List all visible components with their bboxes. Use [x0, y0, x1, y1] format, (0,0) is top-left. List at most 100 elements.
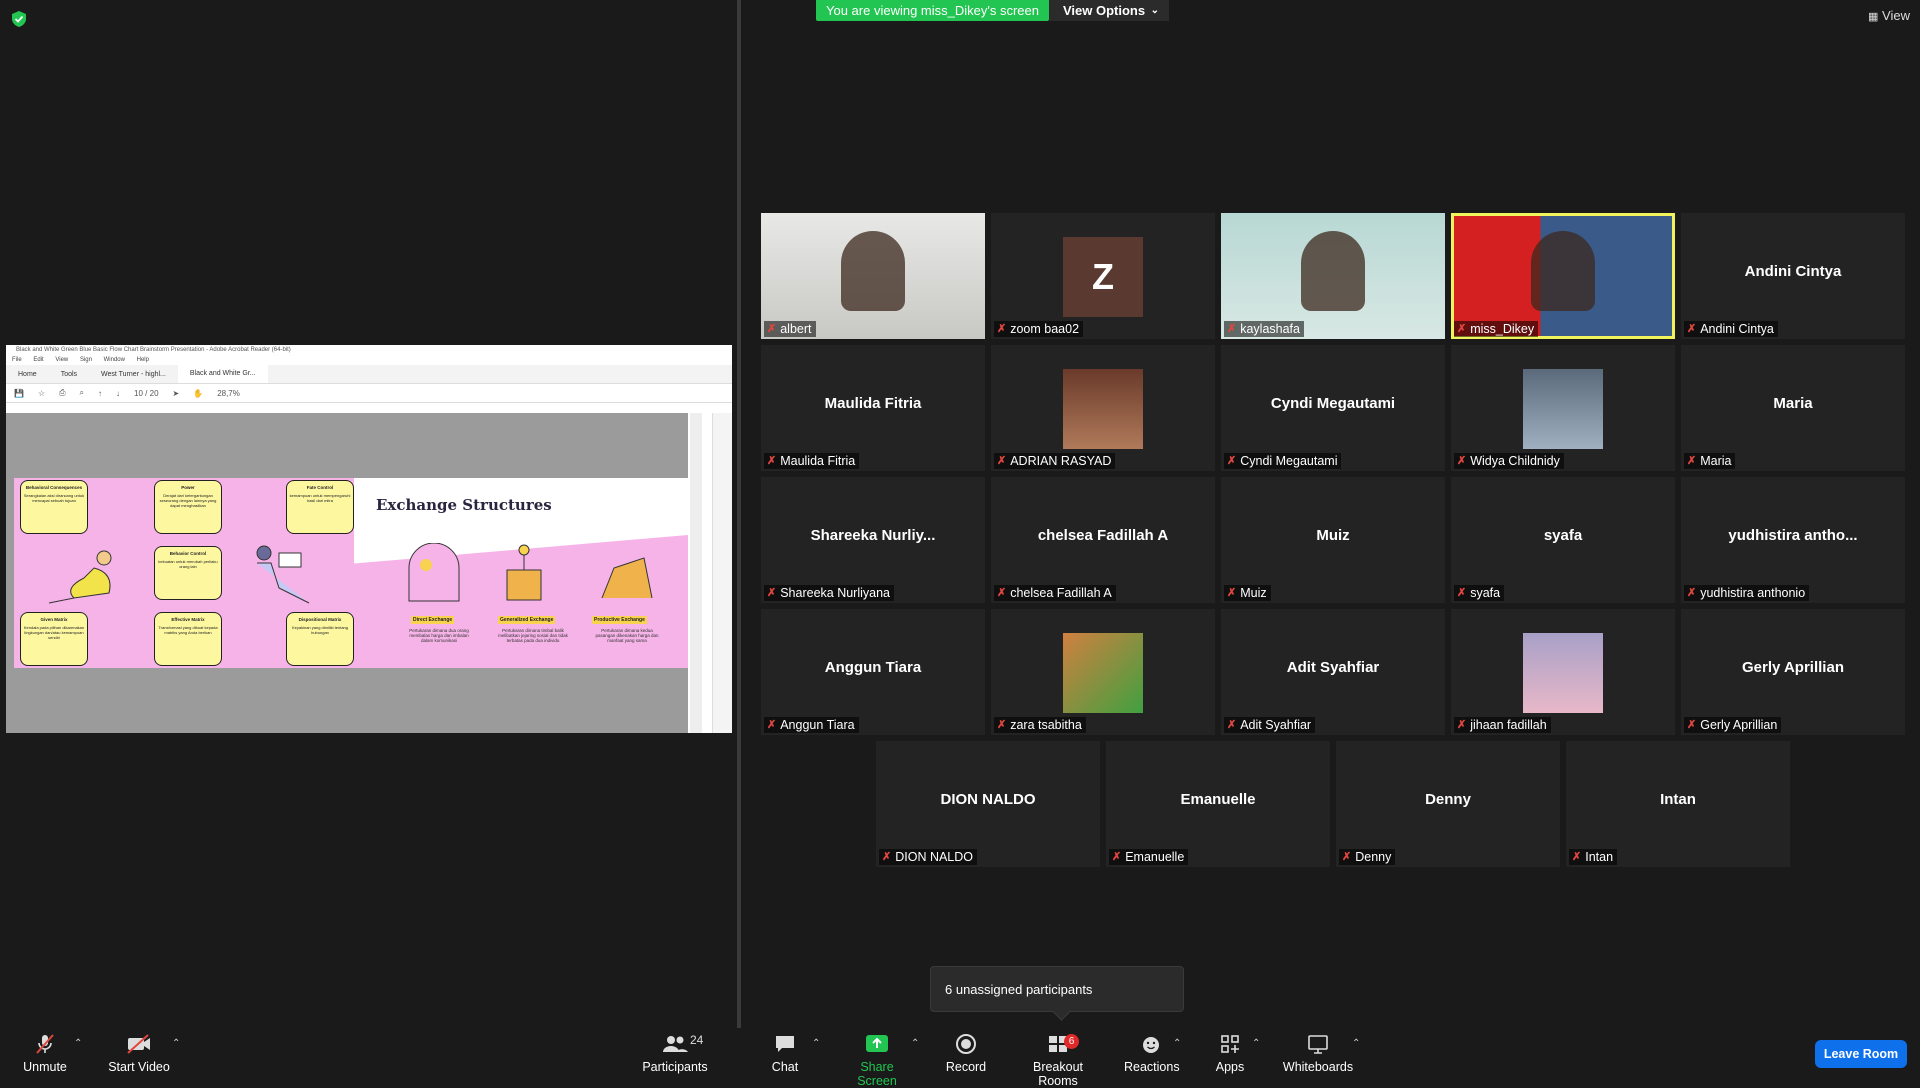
participant-name: Adit Syahfiar — [1240, 718, 1312, 732]
share-screen-label: Share Screen — [857, 1060, 897, 1088]
mic-muted-icon: ✗ — [1227, 719, 1237, 731]
participant-tile[interactable]: ✗ jihaan fadillah — [1451, 609, 1675, 735]
participant-tile[interactable]: Anggun Tiara ✗ Anggun Tiara — [761, 609, 985, 735]
participant-tile[interactable]: Maria ✗ Maria — [1681, 345, 1905, 471]
start-video-button[interactable]: Start Video — [106, 1032, 172, 1074]
participant-tile[interactable]: Muiz ✗ Muiz — [1221, 477, 1445, 603]
mic-muted-icon: ✗ — [767, 455, 777, 467]
participant-name: yudhistira anthonio — [1700, 586, 1806, 600]
mic-muted-icon: ✗ — [1457, 455, 1467, 467]
profile-photo — [1523, 369, 1603, 449]
participant-tile[interactable]: Z ✗ zoom baa02 — [991, 213, 1215, 339]
participant-tile[interactable]: syafa ✗ syafa — [1451, 477, 1675, 603]
viewing-screen-banner: You are viewing miss_Dikey's screen — [816, 0, 1049, 21]
page-number: 10 / 20 — [134, 388, 159, 398]
participant-tile[interactable]: ✗ Widya Childnidy — [1451, 345, 1675, 471]
window-title: Black and White Green Blue Basic Flow Ch… — [6, 345, 732, 355]
apps-button[interactable]: Apps — [1212, 1032, 1248, 1074]
participant-name-label: ✗ miss_Dikey — [1454, 321, 1539, 337]
profile-photo — [1523, 633, 1603, 713]
record-button[interactable]: Record — [944, 1032, 988, 1074]
profile-photo — [1063, 369, 1143, 449]
whiteboards-options-caret[interactable]: ⌃ — [1352, 1038, 1360, 1049]
participants-count: 24 — [690, 1033, 704, 1047]
reader-tabs: Home Tools West Turner - highl... Black … — [6, 365, 732, 384]
unmute-button[interactable]: Unmute — [18, 1032, 72, 1074]
participant-tile[interactable]: Emanuelle ✗ Emanuelle — [1106, 741, 1330, 867]
participant-tile[interactable]: DION NALDO ✗ DION NALDO — [876, 741, 1100, 867]
participant-tile[interactable]: ✗ ADRIAN RASYAD — [991, 345, 1215, 471]
mic-muted-icon: ✗ — [1572, 851, 1582, 863]
participant-tile[interactable]: yudhistira antho... ✗ yudhistira anthonio — [1681, 477, 1905, 603]
reactions-label: Reactions — [1124, 1060, 1180, 1074]
participant-name: Shareeka Nurliyana — [780, 586, 891, 600]
split-divider[interactable] — [737, 0, 741, 1028]
chat-options-caret[interactable]: ⌃ — [812, 1038, 820, 1049]
participant-tile[interactable]: ✗ kaylashafa — [1221, 213, 1445, 339]
video-feed — [841, 231, 905, 311]
unmute-label: Unmute — [23, 1060, 67, 1074]
page-up-icon: ↑ — [98, 388, 103, 398]
view-layout-button[interactable]: ▦ View — [1868, 8, 1910, 23]
leave-room-button[interactable]: Leave Room — [1815, 1040, 1907, 1068]
participant-name: miss_Dikey — [1470, 322, 1535, 336]
video-options-caret[interactable]: ⌃ — [172, 1038, 180, 1049]
participant-name-label: ✗ jihaan fadillah — [1454, 717, 1551, 733]
exchange-label: Productive Exchange — [592, 616, 647, 624]
audio-options-caret[interactable]: ⌃ — [74, 1038, 82, 1049]
reactions-icon — [1143, 1037, 1159, 1053]
mic-muted-icon: ✗ — [1687, 323, 1697, 335]
apps-icon — [1221, 1035, 1239, 1053]
participant-name-label: ✗ albert — [764, 321, 816, 337]
participant-name: zara tsabitha — [1010, 718, 1082, 732]
record-icon — [956, 1034, 976, 1054]
participant-name: Maulida Fitria — [780, 454, 856, 468]
participant-name-label: ✗ Andini Cintya — [1684, 321, 1778, 337]
chat-button[interactable]: Chat — [760, 1032, 810, 1074]
participant-name: chelsea Fadillah A — [1010, 586, 1112, 600]
reader-side-tools — [712, 413, 732, 733]
participant-tile[interactable]: ✗ miss_Dikey — [1451, 213, 1675, 339]
mic-muted-icon: ✗ — [997, 587, 1007, 599]
card: Effective Matrix Transformasi yang dibuat… — [154, 612, 222, 666]
participant-name: Emanuelle — [1125, 850, 1185, 864]
mic-muted-icon: ✗ — [1457, 719, 1467, 731]
document-area: Behavioral Consequences Serangkaian aksi … — [6, 413, 688, 733]
zoom-icon: ⌕ — [79, 388, 85, 397]
participant-tile[interactable]: Adit Syahfiar ✗ Adit Syahfiar — [1221, 609, 1445, 735]
whiteboards-button[interactable]: Whiteboards — [1282, 1032, 1354, 1074]
participant-tile[interactable]: Shareeka Nurliy... ✗ Shareeka Nurliyana — [761, 477, 985, 603]
apps-options-caret[interactable]: ⌃ — [1252, 1038, 1260, 1049]
participant-tile[interactable]: ✗ zara tsabitha — [991, 609, 1215, 735]
cursor-icon: ➤ — [172, 388, 180, 398]
card: Fate Control kemampuan untuk mempengaruhi… — [286, 480, 354, 534]
video-feed — [1301, 231, 1365, 311]
reactions-button[interactable]: Reactions — [1124, 1032, 1180, 1074]
participant-tile[interactable]: chelsea Fadillah A ✗ chelsea Fadillah A — [991, 477, 1215, 603]
participant-tile[interactable]: Maulida Fitria ✗ Maulida Fitria — [761, 345, 985, 471]
reader-toolbar: 💾 ☆ ⎙ ⌕ ↑ ↓ 10 / 20 ➤ ✋ 28,7% — [6, 384, 732, 403]
participant-tile[interactable]: Intan ✗ Intan — [1566, 741, 1790, 867]
exchange-desc: Pertukaran dimana timbal balik melibatka… — [498, 628, 568, 643]
mic-muted-icon: ✗ — [767, 587, 777, 599]
participant-tile[interactable]: Gerly Aprillian ✗ Gerly Aprillian — [1681, 609, 1905, 735]
presentation-slide: Behavioral Consequences Serangkaian aksi … — [14, 478, 688, 668]
mic-muted-icon: ✗ — [767, 323, 777, 335]
participant-name-label: ✗ yudhistira anthonio — [1684, 585, 1810, 601]
reactions-options-caret[interactable]: ⌃ — [1173, 1038, 1181, 1049]
whiteboard-icon — [1308, 1035, 1328, 1054]
participant-tile[interactable]: Cyndi Megautami ✗ Cyndi Megautami — [1221, 345, 1445, 471]
person-laptop-illustration — [256, 545, 310, 604]
view-options-button[interactable]: View Options ⌄ — [1049, 0, 1169, 21]
unassigned-participants-toast: 6 unassigned participants — [930, 966, 1184, 1021]
mic-muted-icon: ✗ — [767, 719, 777, 731]
participant-name-label: ✗ Shareeka Nurliyana — [764, 585, 895, 601]
participant-tile[interactable]: Denny ✗ Denny — [1336, 741, 1560, 867]
menu-sign: Sign — [79, 357, 92, 363]
participant-name-label: ✗ Anggun Tiara — [764, 717, 859, 733]
security-shield-icon[interactable] — [10, 10, 28, 28]
share-options-caret[interactable]: ⌃ — [911, 1038, 919, 1049]
participant-tile[interactable]: ✗ albert — [761, 213, 985, 339]
menu-file: File — [12, 357, 22, 363]
participant-tile[interactable]: Andini Cintya ✗ Andini Cintya — [1681, 213, 1905, 339]
